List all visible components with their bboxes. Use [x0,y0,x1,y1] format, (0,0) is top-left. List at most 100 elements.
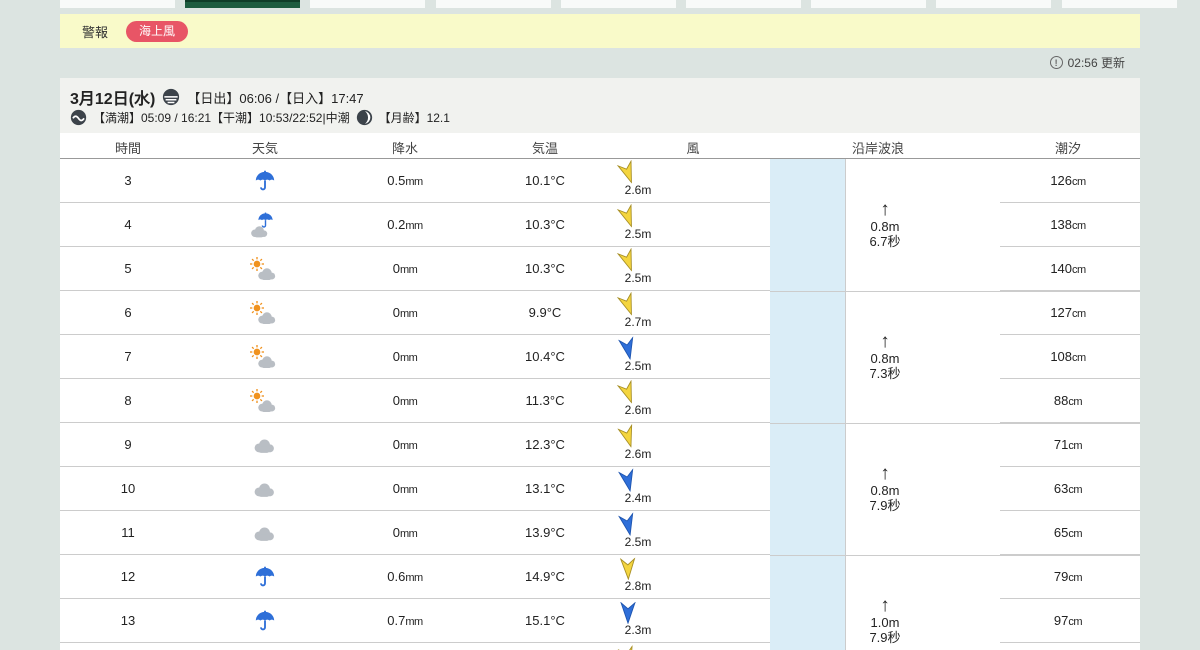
alert-badge-sea-wind[interactable]: 海上風 [126,20,189,42]
moon-age-info: 【月齢】12.1 [378,111,450,125]
precip-cell: 0mm [392,481,418,496]
tide-cell: 71cm [1053,437,1083,452]
nav-tab-0[interactable] [60,0,175,8]
table-row: 8 0mm 11.3°C 2.6m 88cm [60,379,1140,423]
wave-period: 7.3秒 [869,366,901,381]
umbrella-icon [255,610,275,631]
nav-tab-5[interactable] [686,0,801,8]
temp-cell: 13.9°C [525,525,565,540]
umbrella-icon [255,170,275,191]
weather-icon [249,520,281,548]
wind-speed-cell: 2.4m [624,491,652,505]
table-row: 4 0.2mm 10.3°C 2.5m 138cm [60,203,1140,247]
wave-period: 7.9秒 [869,630,901,645]
temp-cell: 15.1°C [525,613,565,628]
time-cell: 5 [124,261,132,276]
temp-cell: 10.4°C [525,349,565,364]
coastal-wave-cell: ↑ 0.8m 7.3秒 [845,291,925,423]
precip-cell: 0mm [392,525,418,540]
wave-period: 6.7秒 [869,234,901,249]
tide-cell: 79cm [1053,569,1083,584]
wave-height: 1.0m [870,615,900,630]
table-row [60,643,1140,650]
cloud-icon [258,400,276,412]
weather-icon [249,344,281,372]
coastal-wave-cell: ↑ 1.0m 7.9秒 [845,555,925,650]
precip-cell: 0mm [392,437,418,452]
date-title: 3月12日(水) [70,91,156,108]
weather-icon [249,256,281,284]
wave-period: 7.9秒 [869,498,901,513]
weather-icon [249,608,281,636]
nav-tab-2[interactable] [310,0,426,8]
umbrella-icon [255,566,275,587]
sunrise-sunset-info: 【日出】06:06 /【日入】17:47 [187,90,364,106]
column-header-4: 風 [686,141,700,156]
precip-cell: 0mm [392,261,418,276]
time-cell: 10 [120,481,136,496]
table-header: 時間 天気 降水 気温 風 沿岸波浪 潮汐 [60,133,1140,159]
wave-height: 0.8m [870,351,900,366]
tide-cell: 127cm [1050,305,1086,320]
nav-tab-1-active[interactable] [185,0,301,8]
tide-wave-icon [70,109,87,126]
temp-cell: 10.3°C [525,261,565,276]
time-cell: 8 [124,393,132,408]
time-cell: 9 [124,437,132,452]
precip-cell: 0.2mm [387,217,423,232]
nav-tab-4[interactable] [560,0,676,8]
wave-group-divider [770,423,1140,424]
tide-cell: 63cm [1053,481,1083,496]
wind-direction-arrow [619,557,636,581]
update-row: ! 02:56 更新 [1049,54,1125,71]
temp-cell: 10.3°C [525,217,565,232]
cloud-icon [258,356,276,368]
coastal-wave-cell: ↑ 0.8m 6.7秒 [845,159,925,291]
column-header-1: 天気 [251,141,279,156]
weather-icon [249,212,281,240]
cloud-icon [254,527,274,541]
precip-cell: 0mm [392,393,418,408]
tide-cell: 97cm [1053,613,1083,628]
wind-speed-cell: 2.3m [624,623,652,637]
temp-cell: 10.1°C [525,173,565,188]
column-header-2: 降水 [391,141,419,156]
forecast-card: 3月12日(水) 【日出】06:06 /【日入】17:47 【満潮】05:09 … [60,78,1140,650]
column-header-5: 沿岸波浪 [851,141,905,156]
nav-tab-3[interactable] [435,0,551,8]
table-row: 10 0mm 13.1°C 2.4m 63cm [60,467,1140,511]
nav-tab-7[interactable] [936,0,1052,8]
wind-direction-arrow [617,644,633,650]
temp-cell: 12.3°C [525,437,565,452]
date-header: 3月12日(水) 【日出】06:06 /【日入】17:47 【満潮】05:09 … [60,78,1140,133]
tide-cell: 140cm [1050,261,1086,276]
temp-cell: 13.1°C [525,481,565,496]
column-header-6: 潮汐 [1054,141,1082,156]
precip-cell: 0.7mm [387,613,423,628]
weather-icon [249,168,281,196]
cloud-icon [254,439,274,453]
wind-speed-cell: 2.5m [624,359,652,373]
wind-speed-cell: 2.6m [624,183,652,197]
wind-speed-cell: 2.8m [624,579,652,593]
weather-icon [249,300,281,328]
precip-cell: 0.6mm [387,569,423,584]
wind-speed-cell: 2.6m [624,447,652,461]
wave-group-divider [770,555,1140,556]
wind-speed-cell: 2.6m [624,403,652,417]
table-row: 13 0.7mm 15.1°C 2.3m 97cm [60,599,1140,643]
tide-cell: 88cm [1053,393,1083,408]
wave-direction-arrow: ↑ [880,595,890,616]
coastal-wave-cell: ↑ 0.8m 7.9秒 [845,423,925,555]
cloud-icon [258,268,276,280]
nav-tab-8[interactable] [1061,0,1177,8]
table-row: 12 0.6mm 14.9°C 2.8m 79cm [60,555,1140,599]
column-header-3: 気温 [531,141,559,156]
weather-icon [249,388,281,416]
forecast-table: 3 0.5mm 10.1°C 2.6m 126cm 4 0.2mm 10.3°C 2.5m 138… [60,159,1140,650]
time-cell: 12 [120,569,136,584]
time-cell: 11 [121,525,135,540]
wave-height: 0.8m [870,219,900,234]
table-row: 5 0mm 10.3°C 2.5m 140cm [60,247,1140,291]
nav-tab-6[interactable] [811,0,927,8]
